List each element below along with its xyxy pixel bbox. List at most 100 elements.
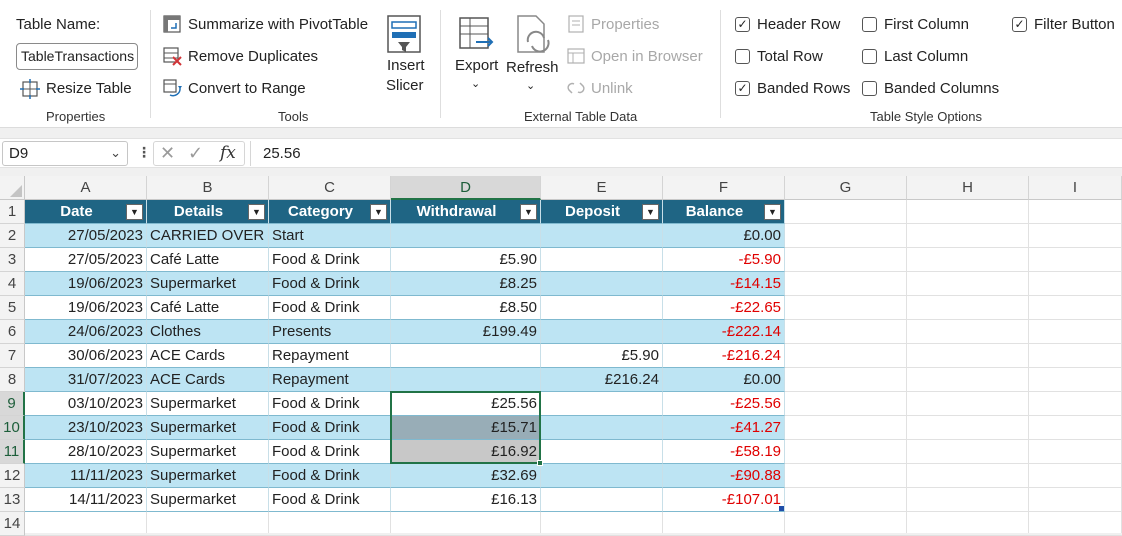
table-cell[interactable] bbox=[541, 392, 663, 416]
formula-input[interactable]: 25.56 bbox=[250, 141, 1122, 166]
row-header-2[interactable]: 2 bbox=[0, 224, 25, 248]
column-header-c[interactable]: C bbox=[269, 176, 391, 200]
filter-dropdown-button[interactable]: ▼ bbox=[642, 204, 659, 220]
convert-to-range-button[interactable]: Convert to Range bbox=[162, 77, 332, 101]
table-cell[interactable] bbox=[541, 440, 663, 464]
column-header-f[interactable]: F bbox=[663, 176, 785, 200]
table-cell[interactable]: Repayment bbox=[269, 368, 391, 392]
table-cell[interactable]: Supermarket bbox=[147, 488, 269, 512]
table-cell[interactable]: -£222.14 bbox=[663, 320, 785, 344]
column-header-b[interactable]: B bbox=[147, 176, 269, 200]
row-header-11[interactable]: 11 bbox=[0, 440, 25, 464]
filter-dropdown-button[interactable]: ▼ bbox=[248, 204, 265, 220]
table-cell[interactable] bbox=[541, 272, 663, 296]
table-cell[interactable]: -£216.24 bbox=[663, 344, 785, 368]
table-cell[interactable]: Supermarket bbox=[147, 440, 269, 464]
table-header-cell[interactable]: Withdrawal ▼ bbox=[391, 200, 541, 224]
total-row-checkbox[interactable]: Total Row bbox=[735, 47, 845, 67]
name-box[interactable]: D9 ⌄ bbox=[2, 141, 128, 166]
filter-dropdown-button[interactable]: ▼ bbox=[520, 204, 537, 220]
table-cell[interactable]: -£25.56 bbox=[663, 392, 785, 416]
table-cell[interactable]: 24/06/2023 bbox=[25, 320, 147, 344]
table-cell[interactable]: 27/05/2023 bbox=[25, 224, 147, 248]
table-cell[interactable]: 03/10/2023 bbox=[25, 392, 147, 416]
insert-function-icon[interactable]: fx bbox=[220, 143, 236, 163]
table-cell[interactable]: Presents bbox=[269, 320, 391, 344]
properties-button[interactable]: Properties bbox=[566, 14, 706, 36]
column-header-d[interactable]: D bbox=[391, 176, 541, 200]
last-column-checkbox[interactable]: Last Column bbox=[862, 47, 987, 67]
table-cell[interactable]: Café Latte bbox=[147, 296, 269, 320]
insert-slicer-button[interactable]: Insert Slicer bbox=[380, 12, 430, 98]
column-header-e[interactable]: E bbox=[541, 176, 663, 200]
filter-dropdown-button[interactable]: ▼ bbox=[370, 204, 387, 220]
table-resize-handle[interactable] bbox=[779, 506, 784, 511]
table-cell[interactable]: 14/11/2023 bbox=[25, 488, 147, 512]
resize-table-button[interactable]: Resize Table bbox=[18, 78, 143, 100]
table-cell[interactable]: -£5.90 bbox=[663, 248, 785, 272]
row-header-7[interactable]: 7 bbox=[0, 344, 25, 368]
table-cell[interactable]: Supermarket bbox=[147, 392, 269, 416]
fill-handle[interactable] bbox=[537, 460, 543, 466]
row-header-4[interactable]: 4 bbox=[0, 272, 25, 296]
table-cell[interactable]: Food & Drink bbox=[269, 392, 391, 416]
table-cell[interactable]: ACE Cards bbox=[147, 344, 269, 368]
table-cell[interactable]: 30/06/2023 bbox=[25, 344, 147, 368]
select-all-corner[interactable] bbox=[0, 176, 25, 200]
table-cell[interactable]: 11/11/2023 bbox=[25, 464, 147, 488]
row-header-8[interactable]: 8 bbox=[0, 368, 25, 392]
table-cell[interactable]: £32.69 bbox=[391, 464, 541, 488]
table-cell[interactable] bbox=[541, 320, 663, 344]
filter-button-checkbox[interactable]: ✓ Filter Button bbox=[1012, 15, 1122, 35]
column-header-g[interactable]: G bbox=[785, 176, 907, 200]
table-cell[interactable]: Supermarket bbox=[147, 464, 269, 488]
more-options-icon[interactable]: ⋮ bbox=[137, 144, 151, 161]
row-header-5[interactable]: 5 bbox=[0, 296, 25, 320]
header-row-checkbox[interactable]: ✓ Header Row bbox=[735, 15, 855, 35]
row-header-14[interactable]: 14 bbox=[0, 512, 25, 536]
table-cell[interactable]: Food & Drink bbox=[269, 488, 391, 512]
export-button[interactable]: Export ⌄ bbox=[454, 12, 500, 96]
table-cell[interactable]: 19/06/2023 bbox=[25, 296, 147, 320]
table-header-cell[interactable]: Details ▼ bbox=[147, 200, 269, 224]
table-header-cell[interactable]: Balance ▼ bbox=[663, 200, 785, 224]
table-cell[interactable]: £16.13 bbox=[391, 488, 541, 512]
unlink-button[interactable]: Unlink bbox=[566, 78, 656, 100]
table-cell[interactable] bbox=[541, 464, 663, 488]
table-cell[interactable]: -£22.65 bbox=[663, 296, 785, 320]
table-cell[interactable] bbox=[541, 224, 663, 248]
table-cell[interactable]: 19/06/2023 bbox=[25, 272, 147, 296]
table-cell[interactable] bbox=[541, 416, 663, 440]
table-cell[interactable]: -£58.19 bbox=[663, 440, 785, 464]
filter-dropdown-button[interactable]: ▼ bbox=[126, 204, 143, 220]
table-cell[interactable]: 23/10/2023 bbox=[25, 416, 147, 440]
table-cell[interactable] bbox=[541, 488, 663, 512]
table-cell[interactable] bbox=[391, 344, 541, 368]
table-cell[interactable]: Repayment bbox=[269, 344, 391, 368]
row-header-6[interactable]: 6 bbox=[0, 320, 25, 344]
column-header-a[interactable]: A bbox=[25, 176, 147, 200]
enter-icon[interactable]: ✓ bbox=[188, 143, 203, 164]
table-cell[interactable]: Food & Drink bbox=[269, 440, 391, 464]
remove-duplicates-button[interactable]: Remove Duplicates bbox=[162, 45, 342, 69]
table-cell[interactable]: CARRIED OVER bbox=[147, 224, 269, 248]
table-cell[interactable]: £216.24 bbox=[541, 368, 663, 392]
table-cell[interactable]: -£41.27 bbox=[663, 416, 785, 440]
cancel-icon[interactable]: ✕ bbox=[160, 143, 175, 164]
table-cell[interactable]: Start bbox=[269, 224, 391, 248]
table-cell[interactable]: 27/05/2023 bbox=[25, 248, 147, 272]
banded-rows-checkbox[interactable]: ✓ Banded Rows bbox=[735, 79, 855, 99]
table-cell[interactable]: -£14.15 bbox=[663, 272, 785, 296]
table-cell[interactable]: 31/07/2023 bbox=[25, 368, 147, 392]
row-header-12[interactable]: 12 bbox=[0, 464, 25, 488]
table-cell[interactable]: £8.25 bbox=[391, 272, 541, 296]
table-cell[interactable]: £5.90 bbox=[541, 344, 663, 368]
row-header-13[interactable]: 13 bbox=[0, 488, 25, 512]
refresh-button[interactable]: Refresh ⌄ bbox=[506, 12, 559, 96]
row-header-1[interactable]: 1 bbox=[0, 200, 25, 224]
table-cell[interactable]: Food & Drink bbox=[269, 272, 391, 296]
table-cell[interactable] bbox=[541, 248, 663, 272]
row-header-3[interactable]: 3 bbox=[0, 248, 25, 272]
table-cell[interactable] bbox=[391, 368, 541, 392]
table-header-cell[interactable]: Category ▼ bbox=[269, 200, 391, 224]
